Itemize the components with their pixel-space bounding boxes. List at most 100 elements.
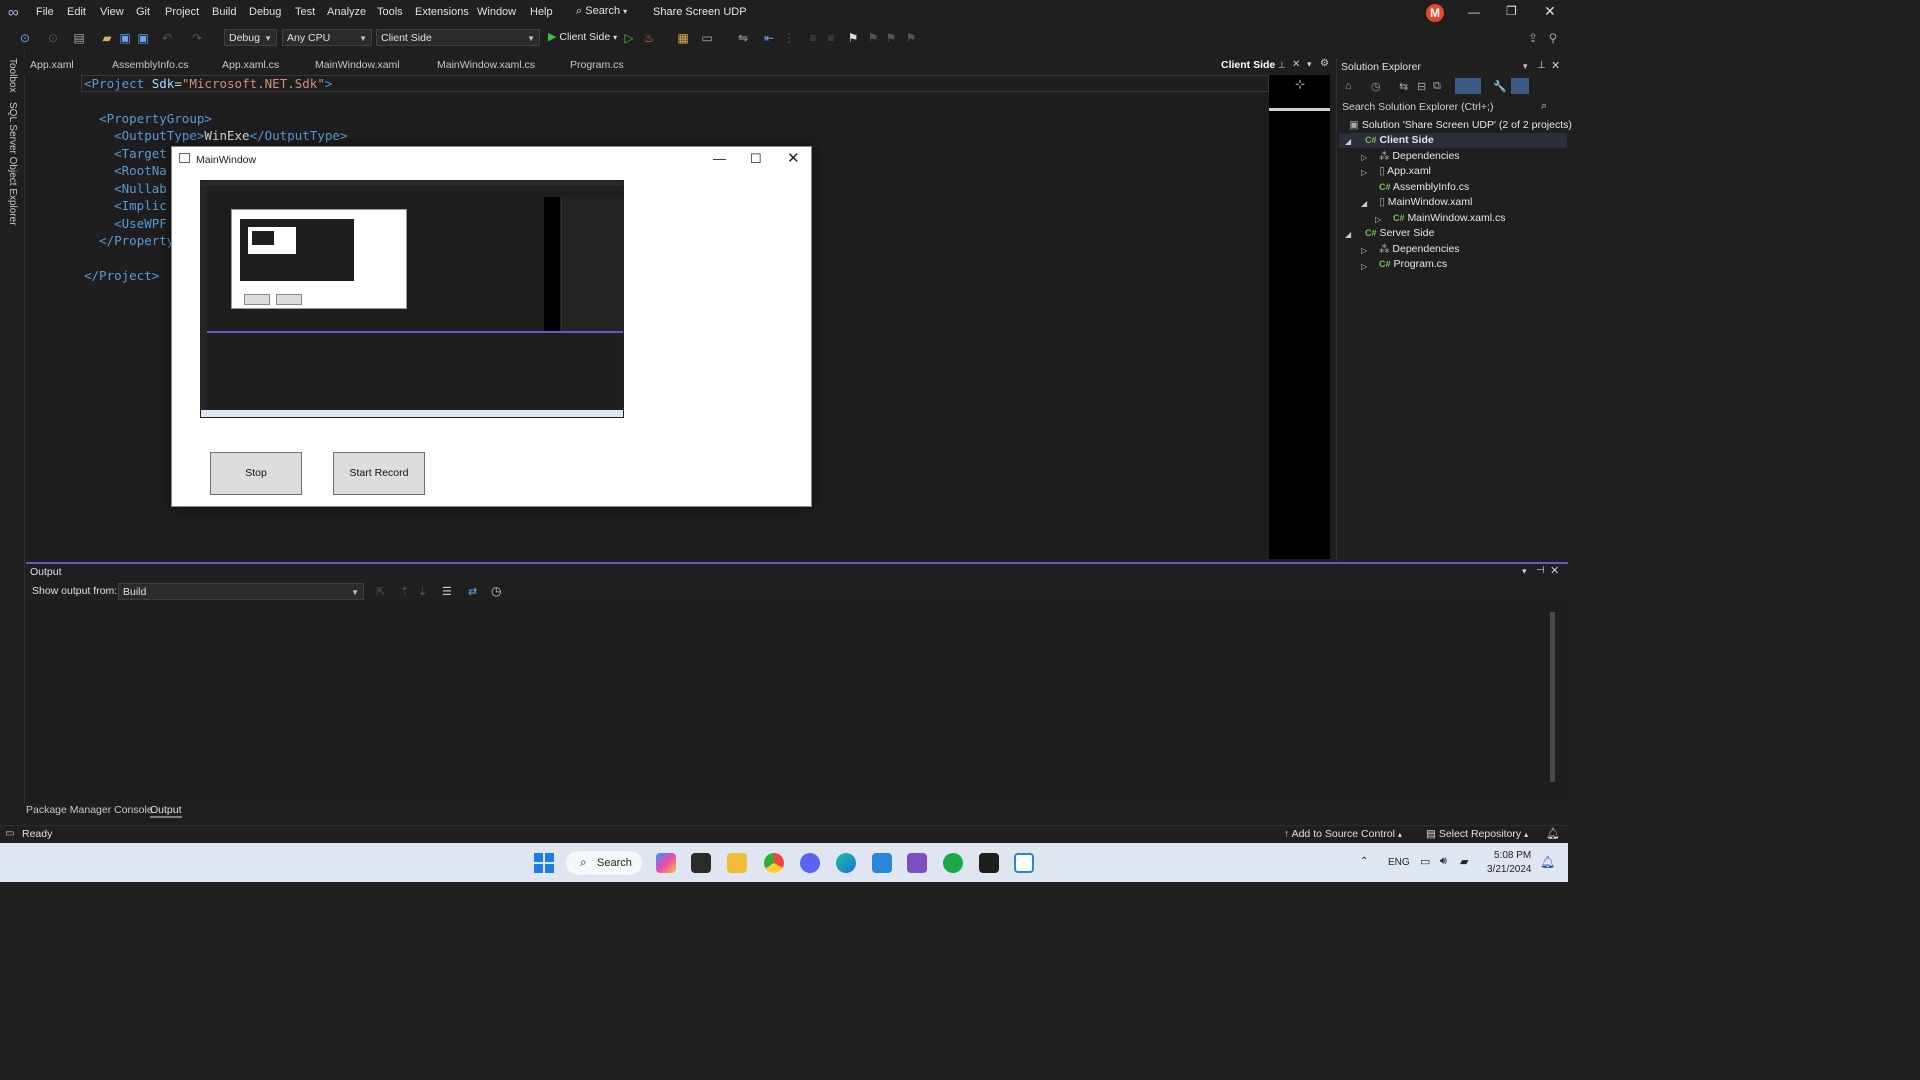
preview-icon[interactable] — [1511, 78, 1529, 94]
display-icon[interactable]: ▭ — [1420, 855, 1430, 868]
tab-app-xaml[interactable]: App.xaml — [30, 59, 74, 71]
dock-icon[interactable]: ⊣ — [1536, 565, 1545, 576]
history-icon[interactable]: ◷ — [1371, 80, 1381, 93]
language-indicator[interactable]: ENG — [1388, 857, 1410, 868]
battery-icon[interactable]: ▰ — [1460, 855, 1468, 868]
menu-tools[interactable]: Tools — [377, 6, 403, 18]
stop-button[interactable]: Stop — [210, 452, 302, 495]
menu-extensions[interactable]: Extensions — [415, 6, 469, 18]
notifications-bell-icon[interactable]: 🔔︎ — [1546, 827, 1560, 840]
collapsed-arrow-icon[interactable]: ▷ — [1361, 153, 1367, 162]
prev-message-icon[interactable]: ⇡ — [400, 585, 409, 598]
filter-toggle-icon[interactable] — [1455, 78, 1481, 94]
tab-package-manager[interactable]: Package Manager Console — [26, 804, 153, 816]
tree-solution[interactable]: ▣ Solution 'Share Screen UDP' (2 of 2 pr… — [1349, 119, 1572, 131]
tab-assemblyinfo[interactable]: AssemblyInfo.cs — [112, 59, 188, 71]
open-folder-icon[interactable]: ▰ — [100, 31, 114, 45]
collapsed-arrow-icon[interactable]: ▷ — [1361, 262, 1367, 271]
copilot-icon[interactable] — [656, 853, 676, 873]
avatar[interactable]: M — [1426, 4, 1444, 22]
edge-icon[interactable] — [836, 853, 856, 873]
visual-studio-icon[interactable] — [907, 853, 927, 873]
browse-icon[interactable]: ▦ — [676, 31, 690, 45]
menu-window[interactable]: Window — [477, 6, 516, 18]
minimize-icon[interactable]: — — [1468, 5, 1480, 19]
collapsed-arrow-icon[interactable]: ▷ — [1375, 215, 1381, 224]
run-button[interactable]: ▶ Client Side ▾ — [548, 30, 617, 43]
vertical-scrollbar[interactable] — [1548, 606, 1558, 792]
prev-bookmark-icon[interactable]: ⚑ — [866, 31, 880, 45]
output-text-area[interactable] — [26, 602, 1568, 802]
forward-icon[interactable]: ⊙ — [46, 31, 60, 45]
sync-icon[interactable]: ⇆ — [1399, 80, 1408, 93]
file-explorer-icon[interactable] — [727, 853, 747, 873]
next-message-icon[interactable]: ⇣ — [418, 585, 427, 598]
task-view-icon[interactable] — [691, 853, 711, 873]
menu-edit[interactable]: Edit — [67, 6, 86, 18]
tab-output[interactable]: Output — [150, 804, 182, 818]
tree-mainwindow-xaml-cs[interactable]: C# MainWindow.xaml.cs — [1393, 212, 1505, 224]
tree-app-xaml[interactable]: ▯ App.xaml — [1379, 165, 1431, 177]
chevron-down-icon[interactable]: ▾ — [1522, 566, 1527, 577]
notifications-bell-icon[interactable]: 🔔︎ — [1540, 855, 1555, 869]
split-editor-icon[interactable]: ⊹ — [1295, 77, 1305, 91]
close-panel-icon[interactable]: ✕ — [1551, 59, 1560, 72]
add-source-control-button[interactable]: ↑ Add to Source Control ▴ — [1284, 828, 1402, 840]
feedback-icon[interactable]: ⚲ — [1546, 31, 1560, 45]
undo-icon[interactable]: ↶ — [160, 31, 174, 45]
find-message-icon[interactable]: ⇱ — [376, 585, 385, 598]
step-icon[interactable]: ⇋ — [736, 31, 750, 45]
notepad-icon[interactable] — [872, 853, 892, 873]
next-bookmark-icon[interactable]: ⚑ — [884, 31, 898, 45]
restore-icon[interactable]: ❐ — [1506, 4, 1517, 18]
minimap-viewport[interactable] — [1269, 108, 1330, 111]
maximize-icon[interactable]: ☐ — [750, 151, 762, 167]
discord-icon[interactable] — [800, 853, 820, 873]
clear-all-icon[interactable]: ☰ — [442, 585, 452, 598]
expanded-arrow-icon[interactable]: ◢ — [1345, 137, 1351, 146]
tree-mainwindow-xaml[interactable]: ▯ MainWindow.xaml — [1379, 196, 1472, 208]
terminal-icon[interactable] — [979, 853, 999, 873]
expanded-arrow-icon[interactable]: ◢ — [1361, 199, 1367, 208]
settings-gear-icon[interactable]: ⚙ — [1320, 58, 1329, 69]
menu-test[interactable]: Test — [295, 6, 315, 18]
select-repository-button[interactable]: ▤ Select Repository ▴ — [1426, 828, 1528, 840]
tree-dependencies[interactable]: ⁂ Dependencies — [1379, 150, 1460, 162]
new-project-icon[interactable]: ▤ — [72, 31, 86, 45]
tree-assemblyinfo[interactable]: C# AssemblyInfo.cs — [1379, 181, 1469, 193]
redo-icon[interactable]: ↷ — [190, 31, 204, 45]
running-app-icon[interactable] — [1014, 853, 1034, 873]
menu-view[interactable]: View — [100, 6, 124, 18]
indent-icon[interactable]: ⇤ — [762, 31, 776, 45]
solution-search-box[interactable]: Search Solution Explorer (Ctrl+;) ⌕ — [1339, 99, 1567, 115]
windows-start-icon[interactable] — [534, 853, 554, 873]
vs-logo-icon[interactable]: ∞ — [8, 4, 19, 21]
word-wrap-icon[interactable]: ⇄ — [468, 585, 477, 598]
expanded-arrow-icon[interactable]: ◢ — [1345, 230, 1351, 239]
close-icon[interactable]: ✕ — [1544, 3, 1556, 20]
save-icon[interactable]: ▣ — [118, 31, 132, 45]
uncomment-icon[interactable]: ≡ — [824, 31, 838, 45]
show-all-files-icon[interactable]: ⧉ — [1433, 80, 1441, 93]
outdent-icon[interactable]: ≡ — [806, 31, 820, 45]
chevron-down-icon[interactable]: ▾ — [1307, 59, 1312, 70]
tab-client-side[interactable]: Client Side — [1221, 59, 1275, 71]
chevron-down-icon[interactable]: ▾ — [1523, 61, 1528, 72]
menu-file[interactable]: File — [36, 6, 54, 18]
sql-explorer-tab[interactable]: SQL Server Object Explorer — [7, 102, 18, 226]
collapsed-arrow-icon[interactable]: ▷ — [1361, 168, 1367, 177]
hot-reload-icon[interactable]: ♨ — [642, 31, 656, 45]
toolbox-tab[interactable]: Toolbox — [7, 58, 18, 92]
clock-time[interactable]: 5:08 PM — [1494, 850, 1531, 861]
menu-build[interactable]: Build — [212, 6, 236, 18]
home-icon[interactable]: ⌂ — [1345, 80, 1352, 92]
menu-git[interactable]: Git — [136, 6, 150, 18]
minimize-icon[interactable]: — — [713, 151, 726, 166]
start-record-button[interactable]: Start Record — [333, 452, 425, 495]
startup-project-select[interactable]: Client Side ▼ — [376, 29, 540, 46]
tab-mainwindow-xaml-cs[interactable]: MainWindow.xaml.cs — [437, 59, 535, 71]
bookmark-icon[interactable]: ⚑ — [846, 31, 860, 45]
tree-dependencies[interactable]: ⁂ Dependencies — [1379, 243, 1460, 255]
save-all-icon[interactable]: ▣ — [136, 31, 150, 45]
tab-program-cs[interactable]: Program.cs — [570, 59, 624, 71]
